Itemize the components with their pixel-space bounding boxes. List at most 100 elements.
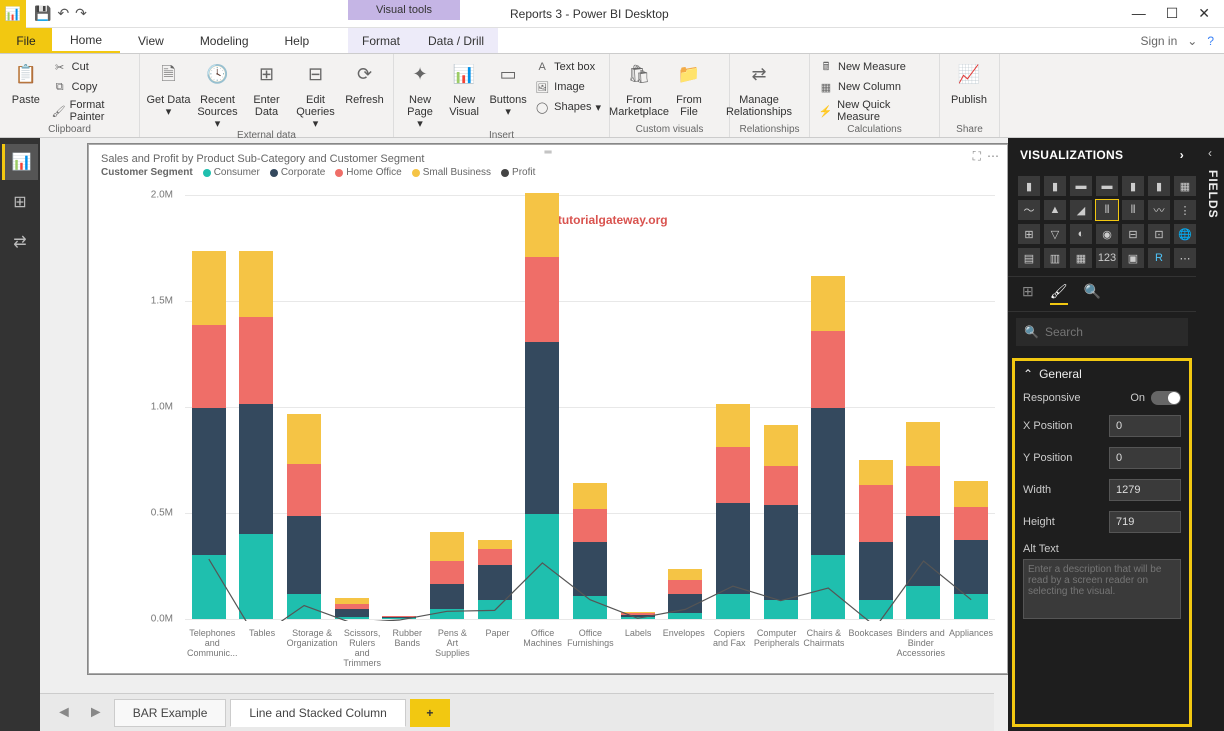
- bar[interactable]: [328, 598, 376, 619]
- viz-type-icon[interactable]: ▽: [1044, 224, 1066, 244]
- viz-type-icon[interactable]: ⫴: [1096, 200, 1118, 220]
- bar[interactable]: [757, 425, 805, 619]
- image-button[interactable]: 🖼Image: [532, 78, 603, 96]
- format-painter-button[interactable]: 🖌Format Painter: [50, 98, 133, 124]
- alttext-input[interactable]: [1023, 559, 1181, 619]
- bar[interactable]: [566, 483, 614, 619]
- format-search[interactable]: 🔍: [1016, 318, 1188, 346]
- drag-handle-icon[interactable]: ═: [544, 147, 551, 158]
- enter-data-button[interactable]: ⊞Enter Data: [244, 58, 289, 118]
- refresh-button[interactable]: ⟳Refresh: [342, 58, 387, 106]
- bar[interactable]: [804, 276, 852, 619]
- bar[interactable]: [947, 481, 995, 619]
- maximize-button[interactable]: ☐: [1166, 5, 1179, 22]
- add-page-button[interactable]: +: [410, 699, 450, 727]
- bar[interactable]: [376, 616, 424, 619]
- viz-type-icon[interactable]: R: [1148, 248, 1170, 268]
- width-input[interactable]: [1109, 479, 1181, 501]
- fields-panel-collapsed[interactable]: ‹ FIELDS: [1196, 138, 1224, 731]
- bar[interactable]: [280, 414, 328, 619]
- viz-type-icon[interactable]: ⊡: [1148, 224, 1170, 244]
- bar[interactable]: [661, 569, 709, 619]
- home-tab[interactable]: Home: [52, 28, 120, 53]
- new-visual-button[interactable]: 📊New Visual: [444, 58, 484, 118]
- page-tab[interactable]: Line and Stacked Column: [230, 699, 405, 727]
- viz-type-icon[interactable]: ⋯: [1174, 248, 1196, 268]
- viz-type-icon[interactable]: ▤: [1018, 248, 1040, 268]
- bar[interactable]: [852, 460, 900, 619]
- focus-mode-icon[interactable]: ⛶: [973, 149, 981, 164]
- general-header[interactable]: ⌃ General: [1023, 367, 1181, 381]
- help-icon[interactable]: ?: [1207, 34, 1214, 48]
- viz-type-icon[interactable]: ▮: [1044, 176, 1066, 196]
- chevron-down-icon[interactable]: ⌄: [1187, 34, 1197, 48]
- height-input[interactable]: [1109, 511, 1181, 533]
- signin-button[interactable]: Sign in: [1141, 34, 1178, 48]
- collapse-icon[interactable]: ›: [1180, 148, 1184, 162]
- manage-relationships-button[interactable]: ⇄Manage Relationships: [736, 58, 782, 118]
- paste-button[interactable]: 📋Paste: [6, 58, 46, 106]
- bar[interactable]: [233, 251, 281, 619]
- view-tab[interactable]: View: [120, 28, 182, 53]
- model-view-icon[interactable]: ⇄: [2, 224, 38, 260]
- bar[interactable]: [471, 540, 519, 619]
- publish-button[interactable]: 📈Publish: [946, 58, 992, 106]
- analytics-mode-icon[interactable]: 🔍: [1084, 283, 1101, 305]
- data-view-icon[interactable]: ⊞: [2, 184, 38, 220]
- page-tab[interactable]: BAR Example: [114, 699, 227, 727]
- viz-type-icon[interactable]: ▬: [1070, 176, 1092, 196]
- bar[interactable]: [185, 251, 233, 619]
- viz-type-icon[interactable]: ▥: [1044, 248, 1066, 268]
- page-next-icon[interactable]: ►: [82, 704, 110, 722]
- save-icon[interactable]: 💾: [34, 5, 51, 22]
- more-options-icon[interactable]: ⋯: [987, 149, 999, 164]
- undo-icon[interactable]: ↶: [57, 5, 69, 22]
- fields-mode-icon[interactable]: ⊞: [1022, 283, 1034, 305]
- viz-type-icon[interactable]: ▮: [1122, 176, 1144, 196]
- new-page-button[interactable]: ✦New Page▾: [400, 58, 440, 130]
- close-button[interactable]: ✕: [1198, 5, 1210, 22]
- viz-type-icon[interactable]: ◢: [1070, 200, 1092, 220]
- shapes-button[interactable]: ◯Shapes▾: [532, 98, 603, 116]
- ypos-input[interactable]: [1109, 447, 1181, 469]
- new-measure-button[interactable]: 🖩New Measure: [816, 58, 933, 76]
- bar[interactable]: [518, 193, 566, 619]
- viz-type-icon[interactable]: 🌐: [1174, 224, 1196, 244]
- responsive-toggle[interactable]: On: [1130, 391, 1181, 405]
- viz-type-icon[interactable]: ▦: [1070, 248, 1092, 268]
- viz-type-icon[interactable]: ◉: [1096, 224, 1118, 244]
- edit-queries-button[interactable]: ⊟Edit Queries▾: [293, 58, 338, 130]
- expand-icon[interactable]: ‹: [1196, 138, 1224, 160]
- report-view-icon[interactable]: 📊: [2, 144, 38, 180]
- viz-type-icon[interactable]: ▲: [1044, 200, 1066, 220]
- new-column-button[interactable]: ▦New Column: [816, 78, 933, 96]
- viz-type-icon[interactable]: ▣: [1122, 248, 1144, 268]
- get-data-button[interactable]: 🗎Get Data▾: [146, 58, 191, 118]
- copy-button[interactable]: ⧉Copy: [50, 78, 133, 96]
- file-tab[interactable]: File: [0, 28, 52, 53]
- viz-type-icon[interactable]: ▦: [1174, 176, 1196, 196]
- format-mode-icon[interactable]: 🖌: [1050, 283, 1068, 305]
- viz-type-icon[interactable]: ◐: [1070, 224, 1092, 244]
- from-marketplace-button[interactable]: 🛍From Marketplace: [616, 58, 662, 118]
- viz-type-icon[interactable]: ⫴: [1122, 200, 1144, 220]
- buttons-button[interactable]: ▭Buttons▾: [488, 58, 528, 118]
- recent-sources-button[interactable]: 🕓Recent Sources▾: [195, 58, 240, 130]
- datadrill-tab[interactable]: Data / Drill: [414, 28, 498, 53]
- bar[interactable]: [614, 612, 662, 619]
- viz-type-icon[interactable]: ⊟: [1122, 224, 1144, 244]
- bar[interactable]: [423, 532, 471, 619]
- format-tab[interactable]: Format: [348, 28, 414, 53]
- textbox-button[interactable]: AText box: [532, 58, 603, 76]
- viz-type-icon[interactable]: 〰: [1148, 200, 1170, 220]
- redo-icon[interactable]: ↷: [75, 5, 87, 22]
- viz-type-icon[interactable]: ⋮: [1174, 200, 1196, 220]
- viz-type-icon[interactable]: ▬: [1096, 176, 1118, 196]
- viz-type-icon[interactable]: ▮: [1018, 176, 1040, 196]
- bar[interactable]: [709, 404, 757, 619]
- help-tab[interactable]: Help: [267, 28, 328, 53]
- from-file-button[interactable]: 📁From File: [666, 58, 712, 118]
- viz-type-icon[interactable]: 〜: [1018, 200, 1040, 220]
- viz-type-icon[interactable]: ▮: [1148, 176, 1170, 196]
- new-quick-measure-button[interactable]: ⚡New Quick Measure: [816, 98, 933, 124]
